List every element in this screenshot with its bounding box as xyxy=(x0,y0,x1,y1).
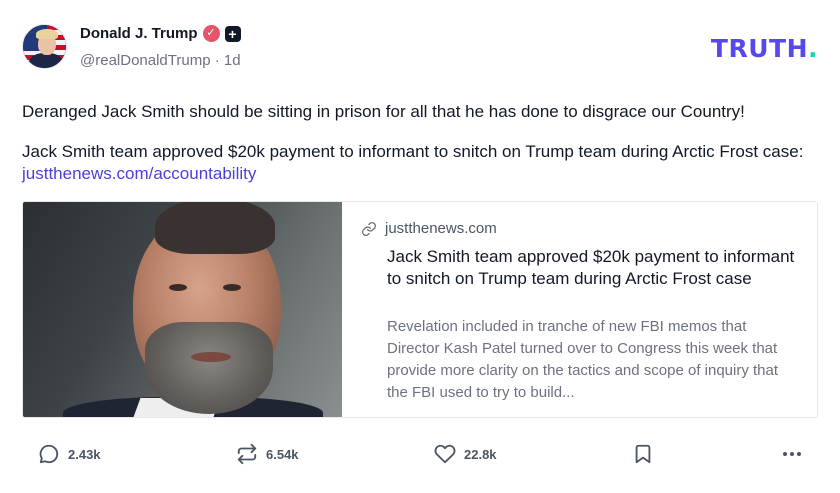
link-preview-description: Revelation included in tranche of new FB… xyxy=(387,318,779,401)
link-preview-card[interactable]: justthenews.com Jack Smith team approved… xyxy=(22,201,818,418)
more-dots-icon xyxy=(783,452,801,456)
post-header: Donald J. Trump ✓ + @realDonaldTrump · 1… xyxy=(22,24,818,72)
author-handle[interactable]: @realDonaldTrump xyxy=(80,52,211,69)
logo-dot: . xyxy=(808,34,818,63)
link-preview-domain-row: justthenews.com xyxy=(361,220,497,237)
link-preview-body: justthenews.com Jack Smith team approved… xyxy=(361,202,801,417)
post-text-paragraph-2: Jack Smith team approved $20k payment to… xyxy=(22,141,812,185)
author-name-line: Donald J. Trump ✓ + xyxy=(80,25,241,42)
avatar-suit xyxy=(29,53,63,68)
bookmark-icon xyxy=(635,444,651,464)
avatar-hair xyxy=(36,29,58,39)
image-mouth xyxy=(191,352,231,362)
link-preview-title[interactable]: Jack Smith team approved $20k payment to… xyxy=(387,246,797,290)
retruth-button[interactable]: 6.54k xyxy=(236,440,299,468)
retruth-count: 6.54k xyxy=(266,446,299,462)
image-hair xyxy=(155,202,275,254)
repost-icon xyxy=(237,443,257,465)
more-options-button[interactable] xyxy=(780,440,804,468)
image-beard xyxy=(145,322,273,414)
like-count: 22.8k xyxy=(464,446,497,462)
bookmark-button[interactable] xyxy=(632,440,654,468)
post-timestamp[interactable]: · 1d xyxy=(215,52,241,69)
author-handle-line: @realDonaldTrump · 1d xyxy=(80,52,241,69)
image-eye-left xyxy=(169,284,187,291)
post-text-paragraph-2-body: Jack Smith team approved $20k payment to… xyxy=(22,142,804,161)
logo-text: TRUTH xyxy=(710,34,808,63)
author-display-name[interactable]: Donald J. Trump xyxy=(80,25,198,42)
post-action-bar: 2.43k 6.54k 22.8k xyxy=(38,440,804,468)
link-preview-domain: justthenews.com xyxy=(385,220,497,237)
verified-check-icon: ✓ xyxy=(202,25,220,42)
like-button[interactable]: 22.8k xyxy=(434,440,497,468)
plus-badge-icon: + xyxy=(224,25,241,42)
reply-button[interactable]: 2.43k xyxy=(38,440,101,468)
truth-post: Donald J. Trump ✓ + @realDonaldTrump · 1… xyxy=(0,0,840,493)
image-eye-right xyxy=(223,284,241,291)
comment-icon xyxy=(39,444,59,464)
reply-count: 2.43k xyxy=(68,446,101,462)
author-avatar[interactable] xyxy=(22,24,67,69)
link-icon xyxy=(362,221,376,236)
post-link[interactable]: justthenews.com/accountability xyxy=(22,164,256,183)
heart-icon xyxy=(434,444,456,464)
link-preview-image[interactable] xyxy=(23,202,342,417)
truth-social-logo: TRUTH. xyxy=(711,34,818,63)
post-text-paragraph-1: Deranged Jack Smith should be sitting in… xyxy=(22,102,745,121)
